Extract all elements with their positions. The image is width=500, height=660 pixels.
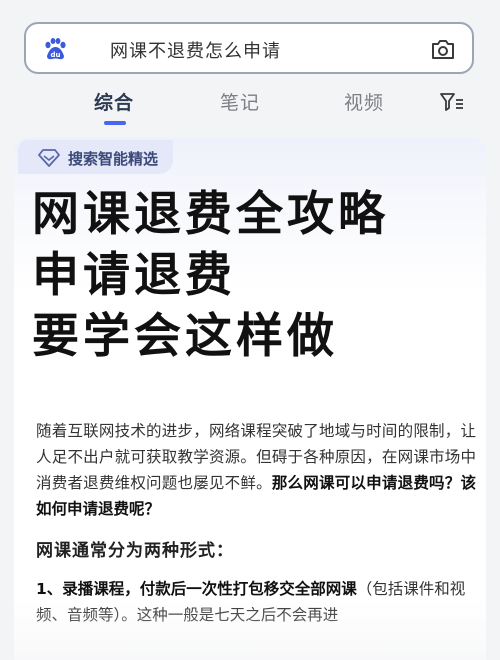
tab-notes[interactable]: 笔记: [220, 88, 260, 115]
point-1-heading: 1、录播课程，付款后一次性打包移交全部网课: [36, 580, 357, 598]
list-item: 1、录播课程，付款后一次性打包移交全部网课（包括课件和视频、音频等）。这种一般是…: [36, 576, 476, 628]
active-tab-indicator: [104, 121, 126, 125]
hero-title: 网课退费全攻略 申请退费 要学会这样做: [32, 184, 472, 367]
hero-line-3: 要学会这样做: [32, 309, 338, 364]
diamond-icon: [38, 149, 60, 167]
camera-icon[interactable]: [430, 37, 456, 61]
tab-all[interactable]: 综合: [94, 88, 134, 115]
svg-text:du: du: [51, 51, 61, 59]
ai-section-badge: 搜索智能精选: [18, 140, 173, 174]
ai-answer-card[interactable]: 搜索智能精选 网课退费全攻略 申请退费 要学会这样做 随着互联网技术的进步，网络…: [14, 138, 486, 660]
hero-line-1: 网课退费全攻略: [32, 187, 389, 242]
section-heading: 网课通常分为两种形式：: [36, 541, 234, 561]
search-input[interactable]: 网课不退费怎么申请: [110, 37, 281, 63]
search-bar[interactable]: du 网课不退费怎么申请: [24, 22, 474, 74]
filter-icon[interactable]: [440, 92, 464, 112]
hero-line-2: 申请退费: [32, 248, 236, 303]
ai-section-label: 搜索智能精选: [68, 150, 159, 168]
intro-paragraph: 随着互联网技术的进步，网络课程突破了地域与时间的限制，让人足不出户就可获取教学资…: [36, 418, 476, 522]
tab-videos[interactable]: 视频: [344, 88, 384, 115]
baidu-paw-icon: du: [45, 38, 66, 60]
search-tabs: 综合 笔记 视频: [0, 86, 500, 130]
